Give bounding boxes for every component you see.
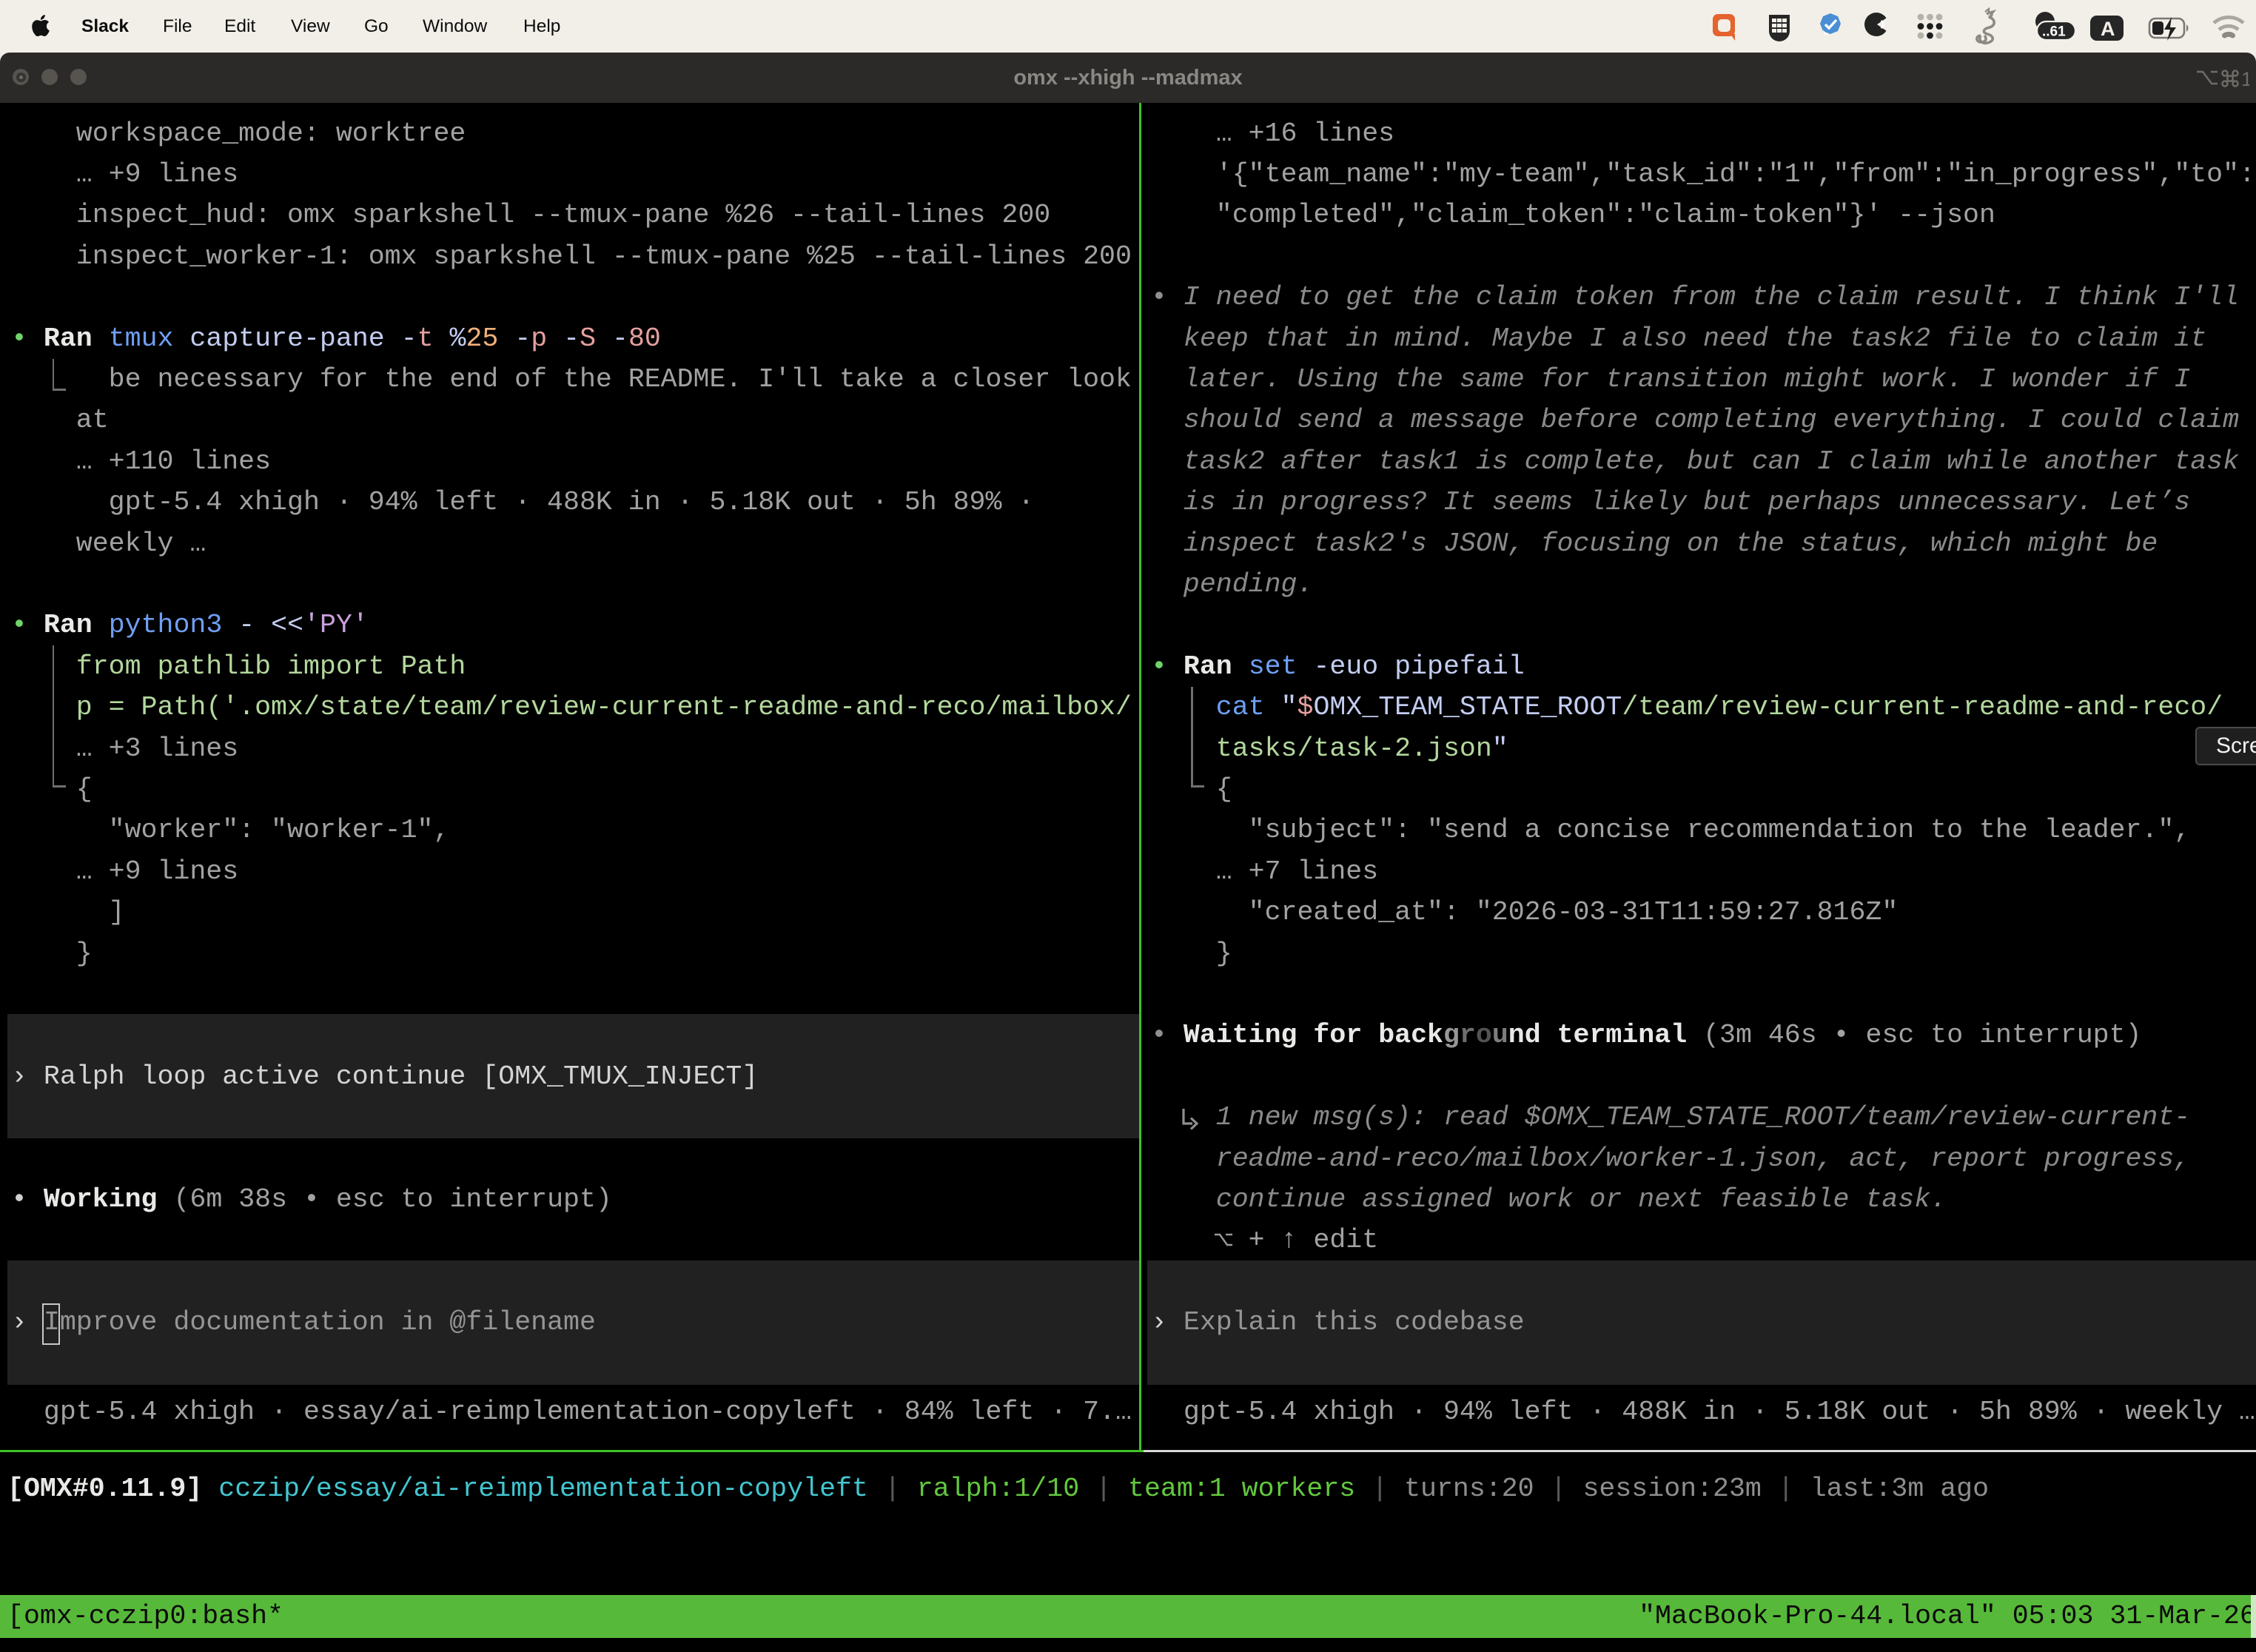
svg-text:A: A (2101, 18, 2115, 40)
svg-text:1: 1 (2241, 68, 2249, 89)
svg-text:..61: ..61 (2042, 24, 2066, 40)
